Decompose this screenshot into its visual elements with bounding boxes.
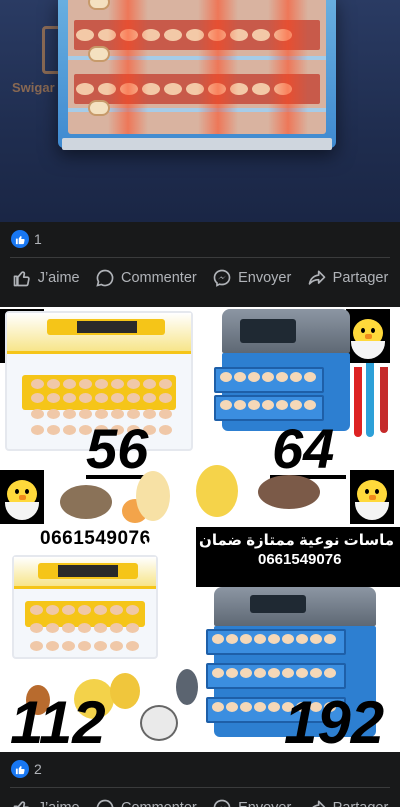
reaction-summary[interactable]: 2: [0, 752, 400, 786]
share-label: Partager: [332, 270, 389, 286]
arabic-banner: ماسات نوعية ممتازة ضمان 12 شهر 066154907…: [140, 527, 400, 587]
send-label: Envoyer: [238, 270, 292, 286]
share-label: Partager: [333, 800, 389, 807]
post-actions: J’aime Commenter Envoyer Partager: [0, 258, 400, 298]
like-button[interactable]: J’aime: [12, 798, 80, 807]
chick-icon: [0, 470, 44, 524]
comment-label: Commenter: [120, 270, 197, 286]
thumbs-up-outline-icon: [13, 271, 30, 287]
reaction-count: 2: [34, 761, 42, 777]
hen-image: [140, 705, 178, 741]
thumbs-up-outline-icon: [13, 801, 29, 807]
comment-button[interactable]: Commenter: [95, 268, 197, 288]
pigeon-image: [176, 669, 198, 705]
capacity-label: 56: [86, 417, 149, 480]
chick-image: [136, 471, 170, 521]
duckling-image: [196, 465, 238, 517]
messenger-icon: [213, 799, 231, 807]
reaction-summary[interactable]: 1: [0, 222, 400, 256]
phone-number: 0661549076: [40, 528, 151, 549]
like-label: J’aime: [37, 270, 80, 286]
comment-button[interactable]: Commenter: [95, 798, 197, 807]
test-tube: [354, 367, 362, 437]
test-tube: [366, 363, 374, 437]
share-arrow-icon: [308, 270, 326, 285]
comment-bubble-icon: [96, 269, 114, 287]
chick-icon: [350, 470, 394, 524]
like-button[interactable]: J’aime: [12, 268, 80, 288]
arabic-text: ماسات نوعية ممتازة ضمان 12 شهر: [140, 532, 394, 549]
incubator-112-eggs: [12, 555, 158, 659]
messenger-icon: [213, 269, 231, 287]
share-button[interactable]: Partager: [307, 798, 389, 807]
send-button[interactable]: Envoyer: [212, 798, 291, 807]
sparrow-image: [258, 475, 320, 509]
chick-icon: [346, 309, 390, 363]
reaction-count: 1: [34, 231, 42, 247]
incubator-64-eggs: [214, 309, 350, 431]
comment-bubble-icon: [96, 799, 114, 807]
test-tube: [380, 367, 388, 433]
share-button[interactable]: Partager: [307, 268, 389, 288]
post-image-incubator[interactable]: Swigar: [0, 0, 400, 222]
capacity-label: 192: [284, 689, 385, 753]
quail-image: [60, 485, 112, 519]
thumbs-up-icon: [11, 760, 29, 778]
capacity-label: 64: [272, 417, 335, 480]
incubator-body: [58, 0, 336, 148]
send-label: Envoyer: [238, 800, 291, 807]
incubator-base: [62, 138, 332, 150]
comment-label: Commenter: [121, 800, 197, 807]
like-label: J’aime: [38, 800, 80, 807]
send-button[interactable]: Envoyer: [212, 268, 291, 288]
banner-phone: 0661549076: [258, 551, 342, 568]
capacity-label: 112: [10, 689, 106, 753]
post-actions: J’aime Commenter Envoyer Partager: [0, 788, 400, 807]
chick-image: [110, 673, 140, 709]
share-arrow-icon: [311, 800, 325, 807]
thumbs-up-icon: [11, 230, 29, 248]
post-image-incubator-collage[interactable]: 56 64 0661549076 ماسات نوعية ممتازة ضمان…: [0, 307, 400, 752]
